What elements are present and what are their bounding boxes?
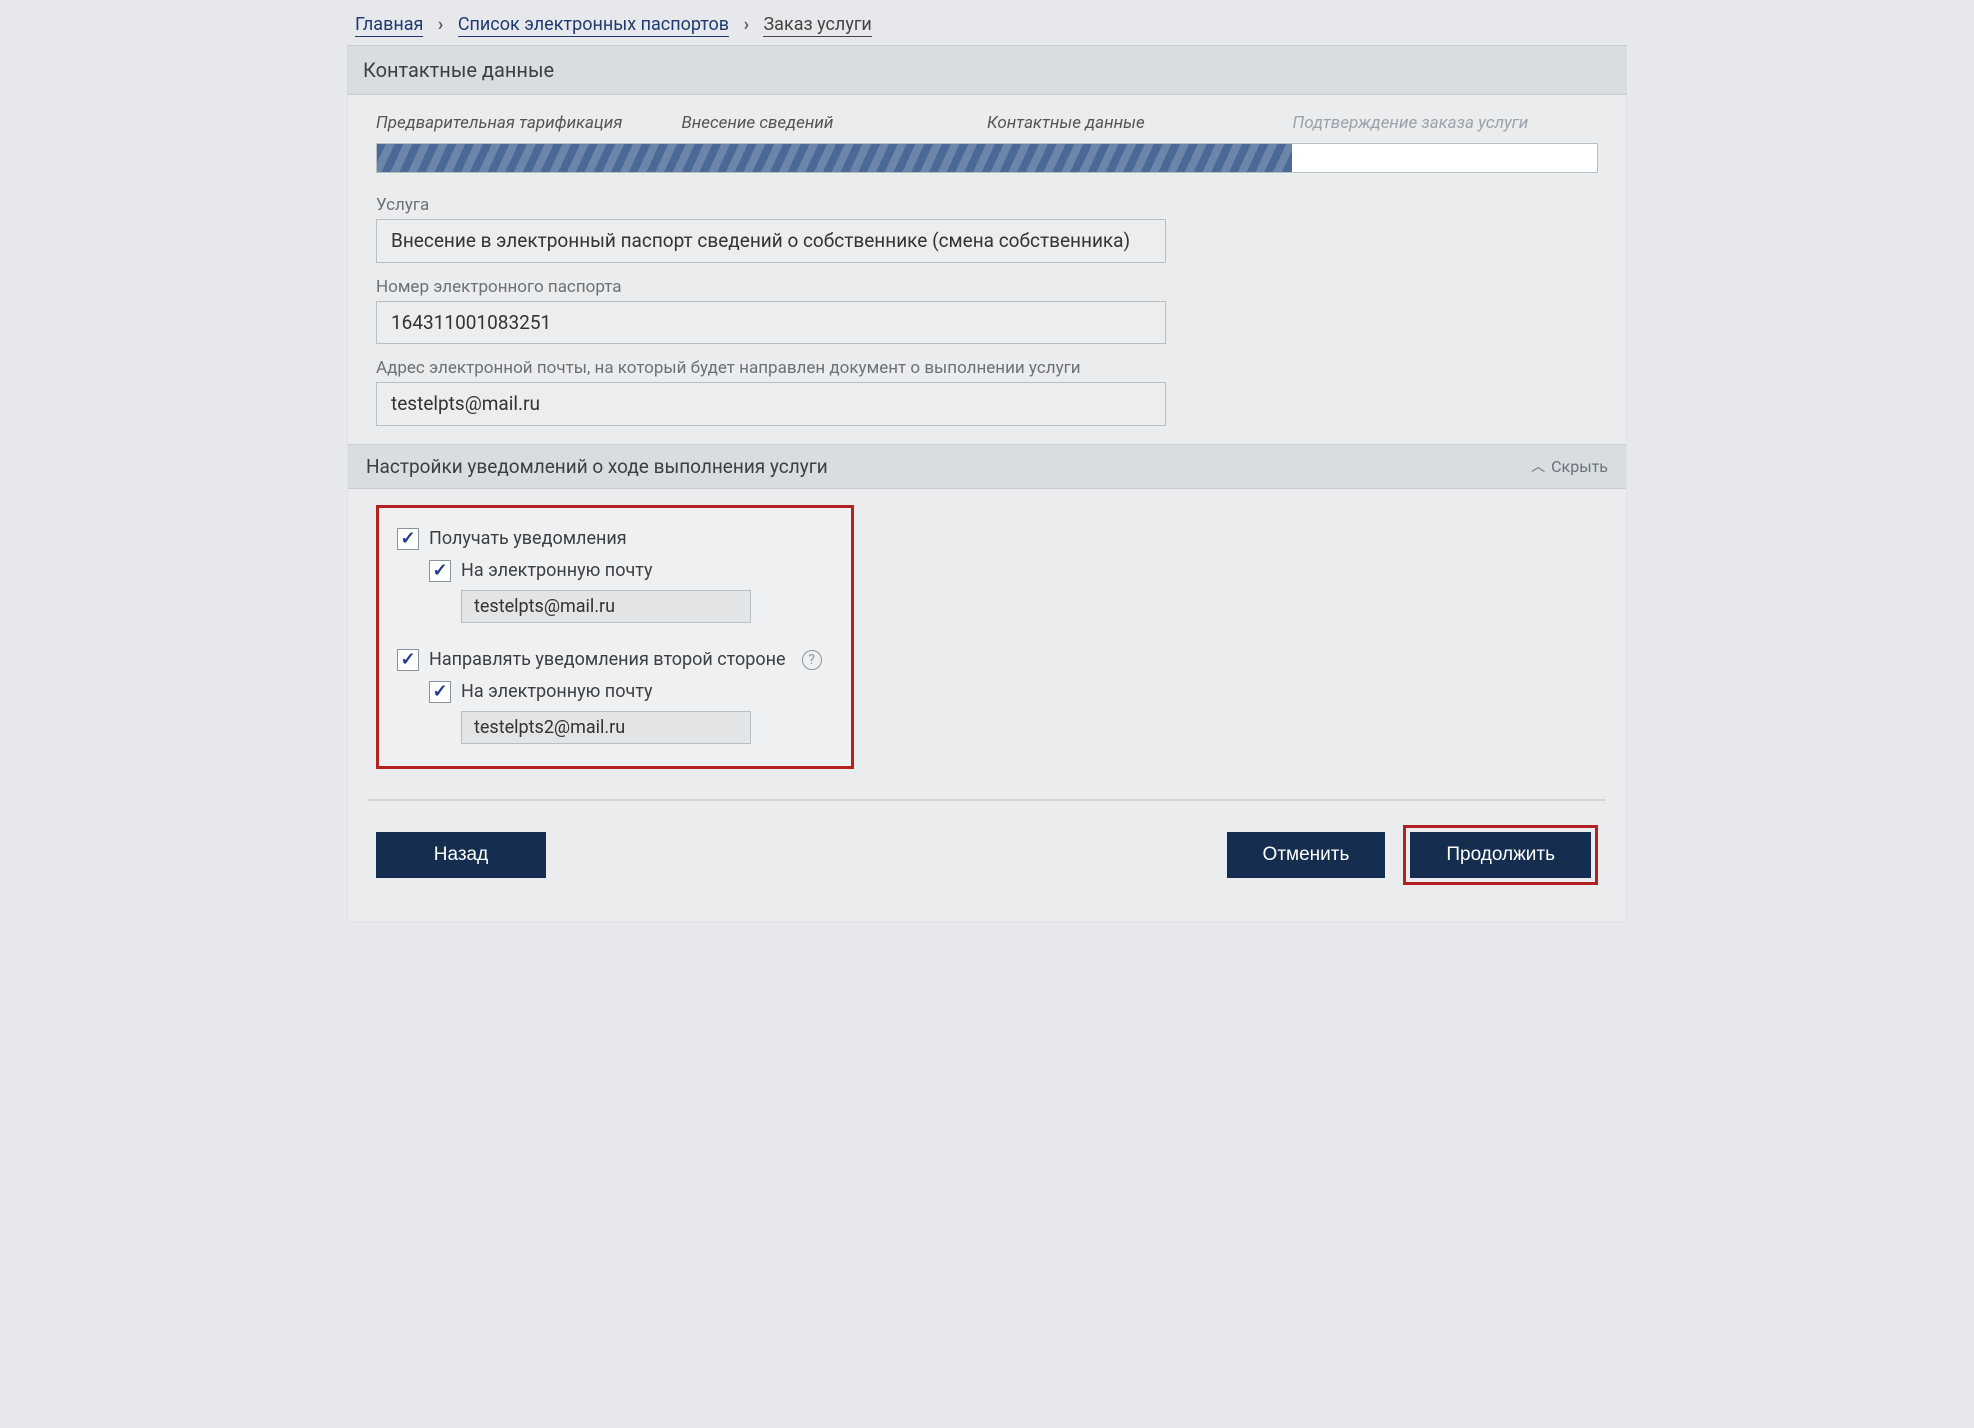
own-email-input[interactable]: testelpts@mail.ru (461, 590, 751, 623)
wizard-steps: Предварительная тарификация Внесение све… (376, 113, 1598, 133)
receive-label: Получать уведомления (429, 528, 627, 549)
help-icon[interactable]: ? (802, 650, 822, 670)
notifications-title: Настройки уведомлений о ходе выполнения … (366, 455, 828, 478)
actions-row: Назад Отменить Продолжить (376, 825, 1598, 891)
toggle-label: Скрыть (1551, 457, 1608, 476)
send-other-label: Направлять уведомления второй стороне (429, 649, 786, 670)
email-value: testelpts@mail.ru (376, 382, 1166, 426)
check-icon: ✓ (400, 530, 415, 548)
check-icon: ✓ (432, 562, 447, 580)
continue-button[interactable]: Продолжить (1410, 832, 1591, 878)
service-value: Внесение в электронный паспорт сведений … (376, 219, 1166, 263)
progress-bar (376, 143, 1598, 173)
actions-separator (368, 799, 1606, 801)
toggle-notifications[interactable]: ︿ Скрыть (1531, 456, 1608, 476)
chevron-right-icon: › (438, 14, 443, 35)
step-1: Предварительная тарификация (376, 113, 682, 133)
continue-highlight: Продолжить (1403, 825, 1598, 885)
other-email-checkbox[interactable]: ✓ (429, 681, 451, 703)
own-email-checkbox[interactable]: ✓ (429, 560, 451, 582)
progress-fill (377, 144, 1292, 172)
notifications-header: Настройки уведомлений о ходе выполнения … (348, 444, 1626, 489)
breadcrumb: Главная › Список электронных паспортов ›… (347, 0, 1627, 45)
other-email-input[interactable]: testelpts2@mail.ru (461, 711, 751, 744)
content-area: Предварительная тарификация Внесение све… (347, 95, 1627, 922)
step-2: Внесение сведений (682, 113, 988, 133)
receive-checkbox[interactable]: ✓ (397, 528, 419, 550)
chevron-up-icon: ︿ (1531, 456, 1545, 476)
chevron-right-icon: › (744, 14, 749, 35)
own-email-label: На электронную почту (461, 560, 653, 581)
passport-label: Номер электронного паспорта (376, 277, 1598, 297)
step-3: Контактные данные (987, 113, 1293, 133)
cancel-button[interactable]: Отменить (1227, 832, 1386, 878)
panel-title: Контактные данные (347, 45, 1627, 95)
send-other-checkbox[interactable]: ✓ (397, 649, 419, 671)
passport-value: 164311001083251 (376, 301, 1166, 345)
email-label: Адрес электронной почты, на который буде… (376, 358, 1598, 378)
breadcrumb-home[interactable]: Главная (355, 14, 423, 37)
service-label: Услуга (376, 195, 1598, 215)
check-icon: ✓ (400, 651, 415, 669)
back-button[interactable]: Назад (376, 832, 546, 878)
other-email-label: На электронную почту (461, 681, 653, 702)
check-icon: ✓ (432, 683, 447, 701)
notifications-block: ✓ Получать уведомления ✓ На электронную … (376, 505, 854, 769)
breadcrumb-current: Заказ услуги (763, 14, 871, 37)
step-4: Подтверждение заказа услуги (1293, 113, 1599, 133)
breadcrumb-list[interactable]: Список электронных паспортов (458, 14, 729, 37)
